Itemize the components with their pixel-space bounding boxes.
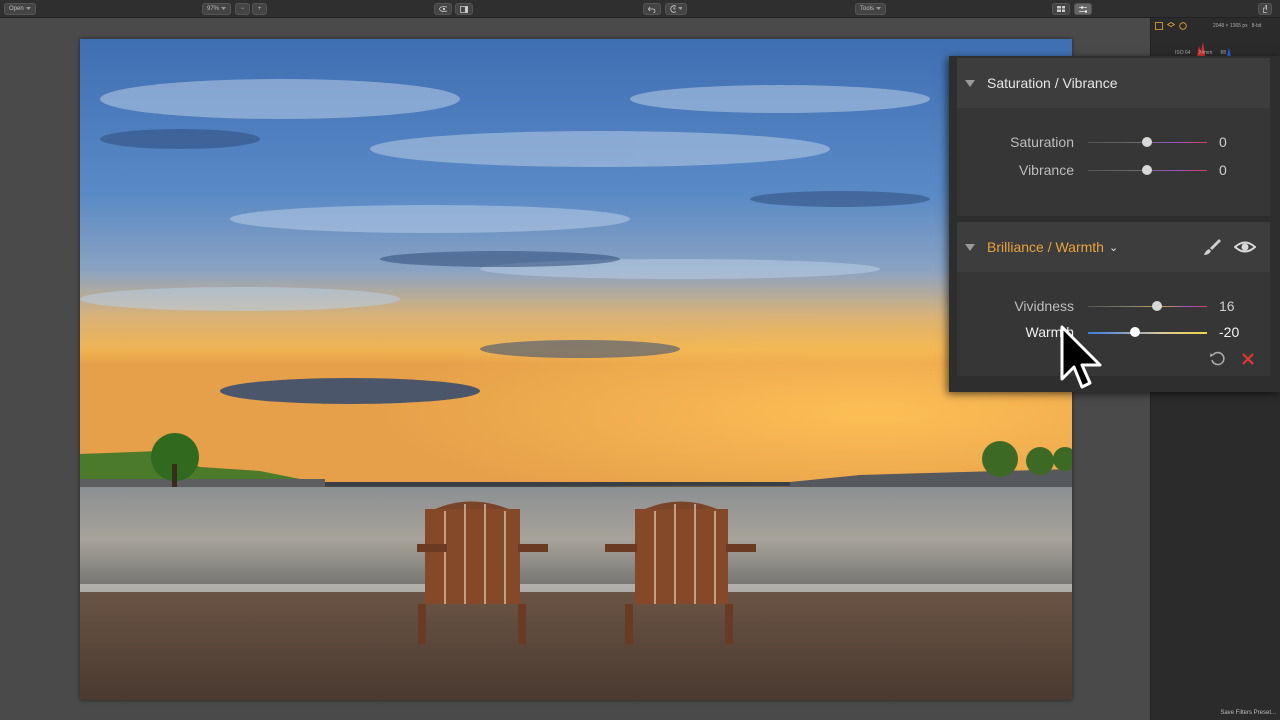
vividness-knob[interactable]: [1152, 301, 1162, 311]
clock-icon: [670, 5, 677, 13]
preview-eye-button[interactable]: [434, 3, 452, 15]
eye-icon: [439, 6, 447, 12]
filter-brilliance-warmth: Brilliance / Warmth ⌄ Vividness 16 Warmt…: [957, 222, 1270, 376]
image-dimensions: 2048 × 1365 px: [1213, 23, 1248, 29]
compare-icon: [460, 5, 468, 13]
layers-icon[interactable]: [1167, 22, 1175, 30]
filter-title[interactable]: Brilliance / Warmth: [987, 239, 1104, 255]
slider-value[interactable]: 16: [1219, 298, 1235, 314]
chevron-down-icon[interactable]: ⌄: [1109, 241, 1118, 254]
photo-preview[interactable]: [80, 39, 1072, 700]
filter-saturation-vibrance: Saturation / Vibrance Saturation 0 Vibra…: [957, 58, 1270, 216]
zoom-out-label: −: [240, 6, 245, 12]
zoom-in-button[interactable]: +: [252, 3, 267, 15]
zoom-out-button[interactable]: −: [235, 3, 250, 15]
chevron-down-icon: [876, 7, 882, 10]
collapse-triangle-icon[interactable]: [965, 79, 975, 87]
save-filters-preset-button[interactable]: Save Filters Preset...: [1220, 708, 1276, 718]
bit-depth: 8-bit: [1251, 23, 1262, 29]
history-button[interactable]: [665, 3, 687, 15]
slider-value[interactable]: -20: [1219, 324, 1239, 340]
tools-label: Tools: [860, 6, 875, 12]
filter-title: Saturation / Vibrance: [987, 75, 1118, 91]
chevron-down-icon: [678, 7, 682, 10]
top-toolbar: Open 97% − + Tools: [0, 0, 1280, 18]
chevron-down-icon: [221, 7, 227, 10]
undo-icon: [648, 6, 656, 13]
compare-button[interactable]: [455, 3, 473, 15]
eye-icon[interactable]: [1234, 236, 1256, 258]
info-bar: 2048 × 1365 px 8-bit: [1151, 18, 1280, 34]
undo-button[interactable]: [643, 3, 661, 15]
zoom-value: 97%: [207, 6, 220, 12]
sliders-icon: [1079, 5, 1087, 13]
slider-value[interactable]: 0: [1219, 134, 1227, 150]
reset-icon[interactable]: [1209, 350, 1227, 368]
filters-view-button[interactable]: [1074, 3, 1092, 15]
chevron-down-icon: [25, 7, 31, 10]
slider-label: Saturation: [1010, 134, 1074, 150]
slider-saturation[interactable]: Saturation 0: [957, 132, 1270, 152]
slider-label: Vividness: [1014, 298, 1074, 314]
zoom-in-label: +: [257, 6, 262, 12]
slider-label: Vibrance: [1018, 162, 1074, 178]
browser-view-button[interactable]: [1052, 3, 1070, 15]
filter-header[interactable]: Brilliance / Warmth ⌄: [957, 222, 1270, 272]
info-icon[interactable]: [1179, 22, 1187, 30]
open-button[interactable]: Open: [4, 3, 36, 15]
mouse-cursor-icon: [1060, 325, 1102, 389]
grid-icon: [1057, 6, 1065, 12]
slider-value[interactable]: 0: [1219, 162, 1227, 178]
close-icon[interactable]: [1241, 352, 1255, 366]
saturation-knob[interactable]: [1142, 137, 1152, 147]
vibrance-knob[interactable]: [1142, 165, 1152, 175]
open-label: Open: [9, 6, 24, 12]
zoom-select[interactable]: 97%: [202, 3, 232, 15]
vividness-track[interactable]: [1088, 306, 1207, 307]
share-icon: [1263, 5, 1267, 13]
slider-vibrance[interactable]: Vibrance 0: [957, 160, 1270, 180]
filter-header[interactable]: Saturation / Vibrance: [957, 58, 1270, 108]
slider-vividness[interactable]: Vividness 16: [957, 296, 1270, 316]
image-icon[interactable]: [1155, 22, 1163, 30]
filters-panel: Saturation / Vibrance Saturation 0 Vibra…: [949, 56, 1280, 392]
slider-warmth[interactable]: Warmth -20: [957, 322, 1270, 342]
collapse-triangle-icon[interactable]: [965, 243, 975, 251]
warmth-knob[interactable]: [1130, 327, 1140, 337]
brush-icon[interactable]: [1201, 236, 1223, 258]
tools-button[interactable]: Tools: [855, 3, 887, 15]
share-button[interactable]: [1258, 3, 1272, 15]
photo-image: [80, 39, 1072, 700]
